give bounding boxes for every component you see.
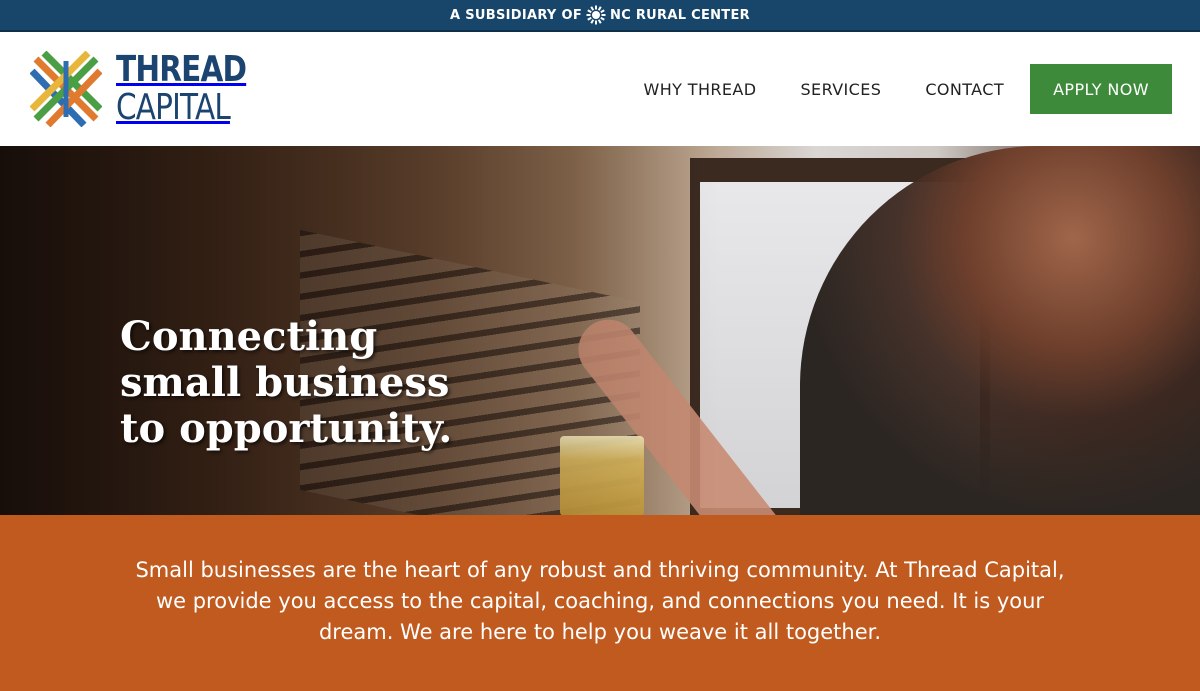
nav-contact[interactable]: CONTACT — [925, 80, 1004, 99]
hero-banner: Connecting small business to opportunity… — [0, 146, 1200, 515]
logo-line-thread: THREAD — [116, 49, 247, 90]
subsidiary-bar: A SUBSIDIARY OF NC RURAL CENTER — [0, 0, 1200, 32]
sunburst-icon — [586, 5, 606, 25]
hero-heading: Connecting small business to opportunity… — [120, 314, 540, 452]
subsidiary-prefix: A SUBSIDIARY OF — [450, 7, 583, 23]
hero-heading-line: Connecting — [120, 313, 378, 360]
apply-now-button[interactable]: APPLY NOW — [1030, 64, 1172, 114]
subsidiary-org[interactable]: NC RURAL CENTER — [610, 8, 750, 23]
site-logo[interactable]: THREAD CAPITAL — [30, 51, 275, 127]
hero-heading-line: to opportunity. — [120, 405, 453, 452]
site-header: THREAD CAPITAL WHY THREAD SERVICES CONTA… — [0, 32, 1200, 146]
logo-wordmark: THREAD CAPITAL — [116, 52, 275, 126]
logo-line-capital: CAPITAL — [116, 87, 231, 128]
hero-heading-line: small business — [120, 359, 450, 406]
nav-services[interactable]: SERVICES — [801, 80, 882, 99]
thread-logo-mark-icon — [30, 51, 102, 127]
main-nav: WHY THREAD SERVICES CONTACT APPLY NOW — [599, 64, 1172, 114]
nav-why-thread[interactable]: WHY THREAD — [643, 80, 756, 99]
intro-section: Small businesses are the heart of any ro… — [0, 515, 1200, 691]
intro-text: Small businesses are the heart of any ro… — [135, 558, 1065, 644]
